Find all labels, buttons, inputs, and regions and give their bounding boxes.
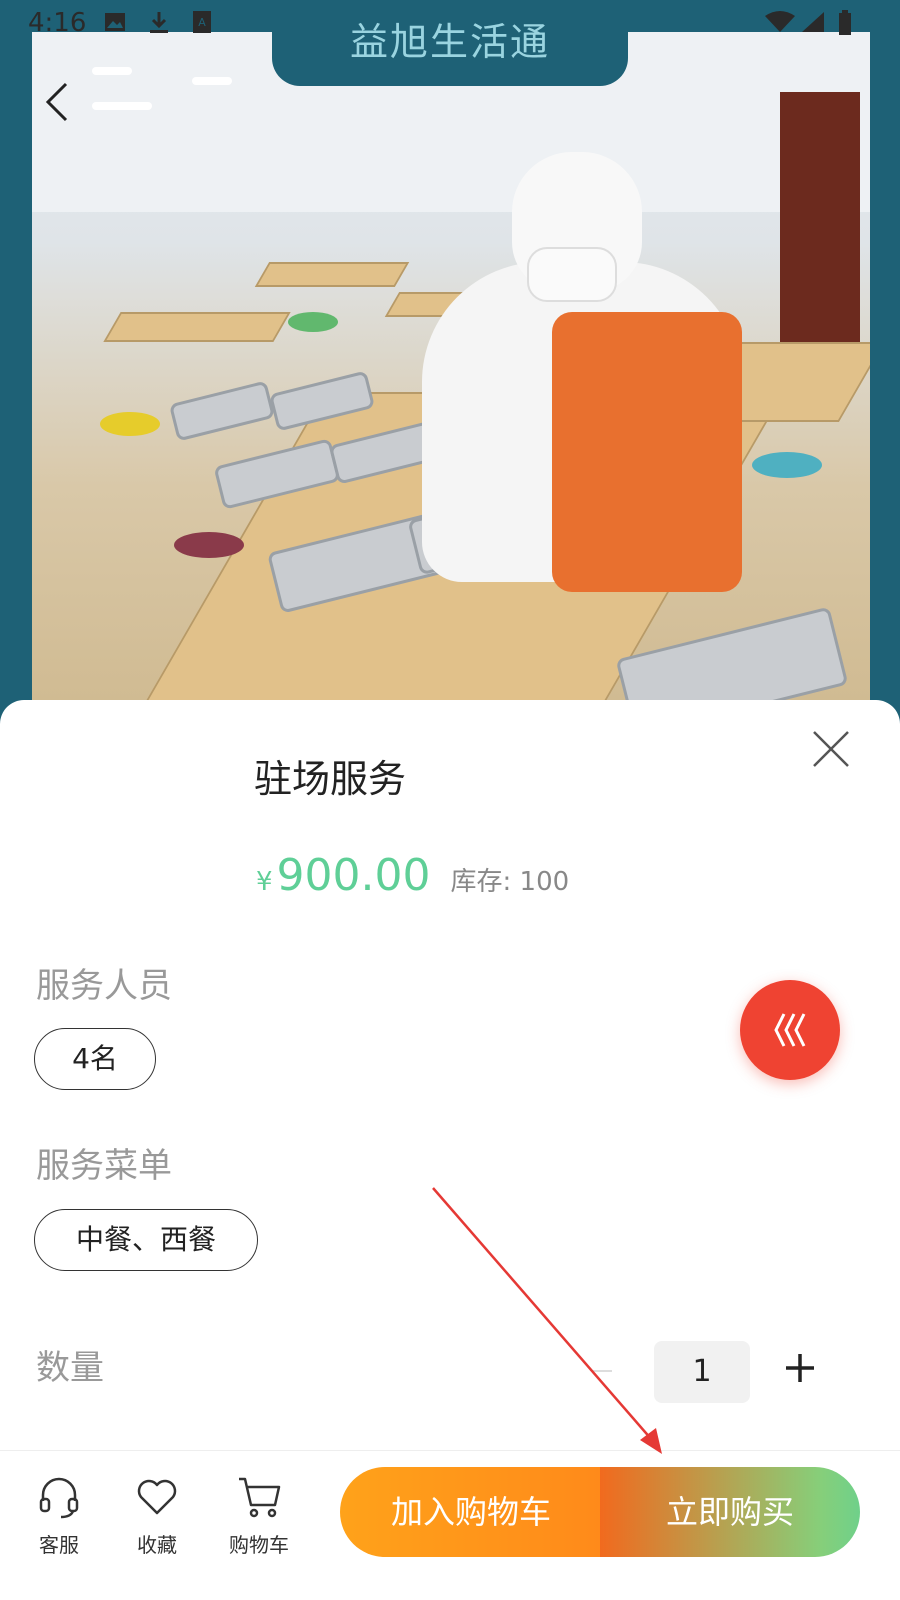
close-button[interactable] <box>808 726 854 772</box>
plus-icon <box>786 1354 814 1382</box>
bottom-action-bar: 客服 收藏 购物车 加入购物车 立即购买 <box>0 1450 900 1600</box>
signal-icon <box>800 10 826 41</box>
chevron-left-icon <box>45 82 68 122</box>
close-icon <box>813 731 849 767</box>
buy-now-button[interactable]: 立即购买 <box>600 1467 860 1557</box>
currency-symbol: ¥ <box>256 867 273 897</box>
floating-menu-button[interactable] <box>740 980 840 1080</box>
triple-chevron-left-icon <box>774 1013 806 1047</box>
svg-text:A: A <box>198 16 206 29</box>
product-name: 驻场服务 <box>254 757 407 801</box>
staff-label: 服务人员 <box>36 966 172 1006</box>
back-button[interactable] <box>38 80 78 124</box>
product-price: 900.00 <box>276 850 431 901</box>
quantity-decrease-button[interactable] <box>592 1370 612 1372</box>
favorite-button[interactable]: 收藏 <box>112 1475 202 1558</box>
wifi-icon <box>764 10 796 41</box>
download-icon <box>148 10 170 41</box>
shopping-cart-icon <box>239 1477 281 1518</box>
customer-service-button[interactable]: 客服 <box>14 1475 104 1558</box>
staff-option-chip[interactable]: 4名 <box>34 1028 156 1090</box>
menu-label: 服务菜单 <box>36 1146 172 1186</box>
price-row: ¥900.00 库存: 100 <box>256 850 569 901</box>
product-image-area: 4:16 A 益旭生活通 <box>0 0 900 732</box>
cart-nav-button[interactable]: 购物车 <box>214 1475 304 1558</box>
menu-option-chip[interactable]: 中餐、西餐 <box>34 1209 258 1271</box>
app-title: 益旭生活通 <box>272 0 628 86</box>
add-to-cart-button[interactable]: 加入购物车 <box>340 1467 602 1557</box>
image-notification-icon <box>104 10 126 40</box>
status-time: 4:16 <box>28 8 87 38</box>
cart-nav-label: 购物车 <box>229 1533 289 1557</box>
stock-count: 库存: 100 <box>450 867 570 897</box>
battery-icon <box>838 10 852 43</box>
customer-service-label: 客服 <box>39 1533 79 1557</box>
favorite-label: 收藏 <box>137 1533 177 1557</box>
quantity-input[interactable]: 1 <box>654 1341 750 1403</box>
product-photo <box>32 32 870 732</box>
headset-icon <box>39 1477 79 1519</box>
text-app-icon: A <box>192 10 212 41</box>
heart-icon <box>137 1479 177 1515</box>
quantity-label: 数量 <box>36 1348 104 1388</box>
quantity-increase-button[interactable] <box>782 1350 818 1386</box>
